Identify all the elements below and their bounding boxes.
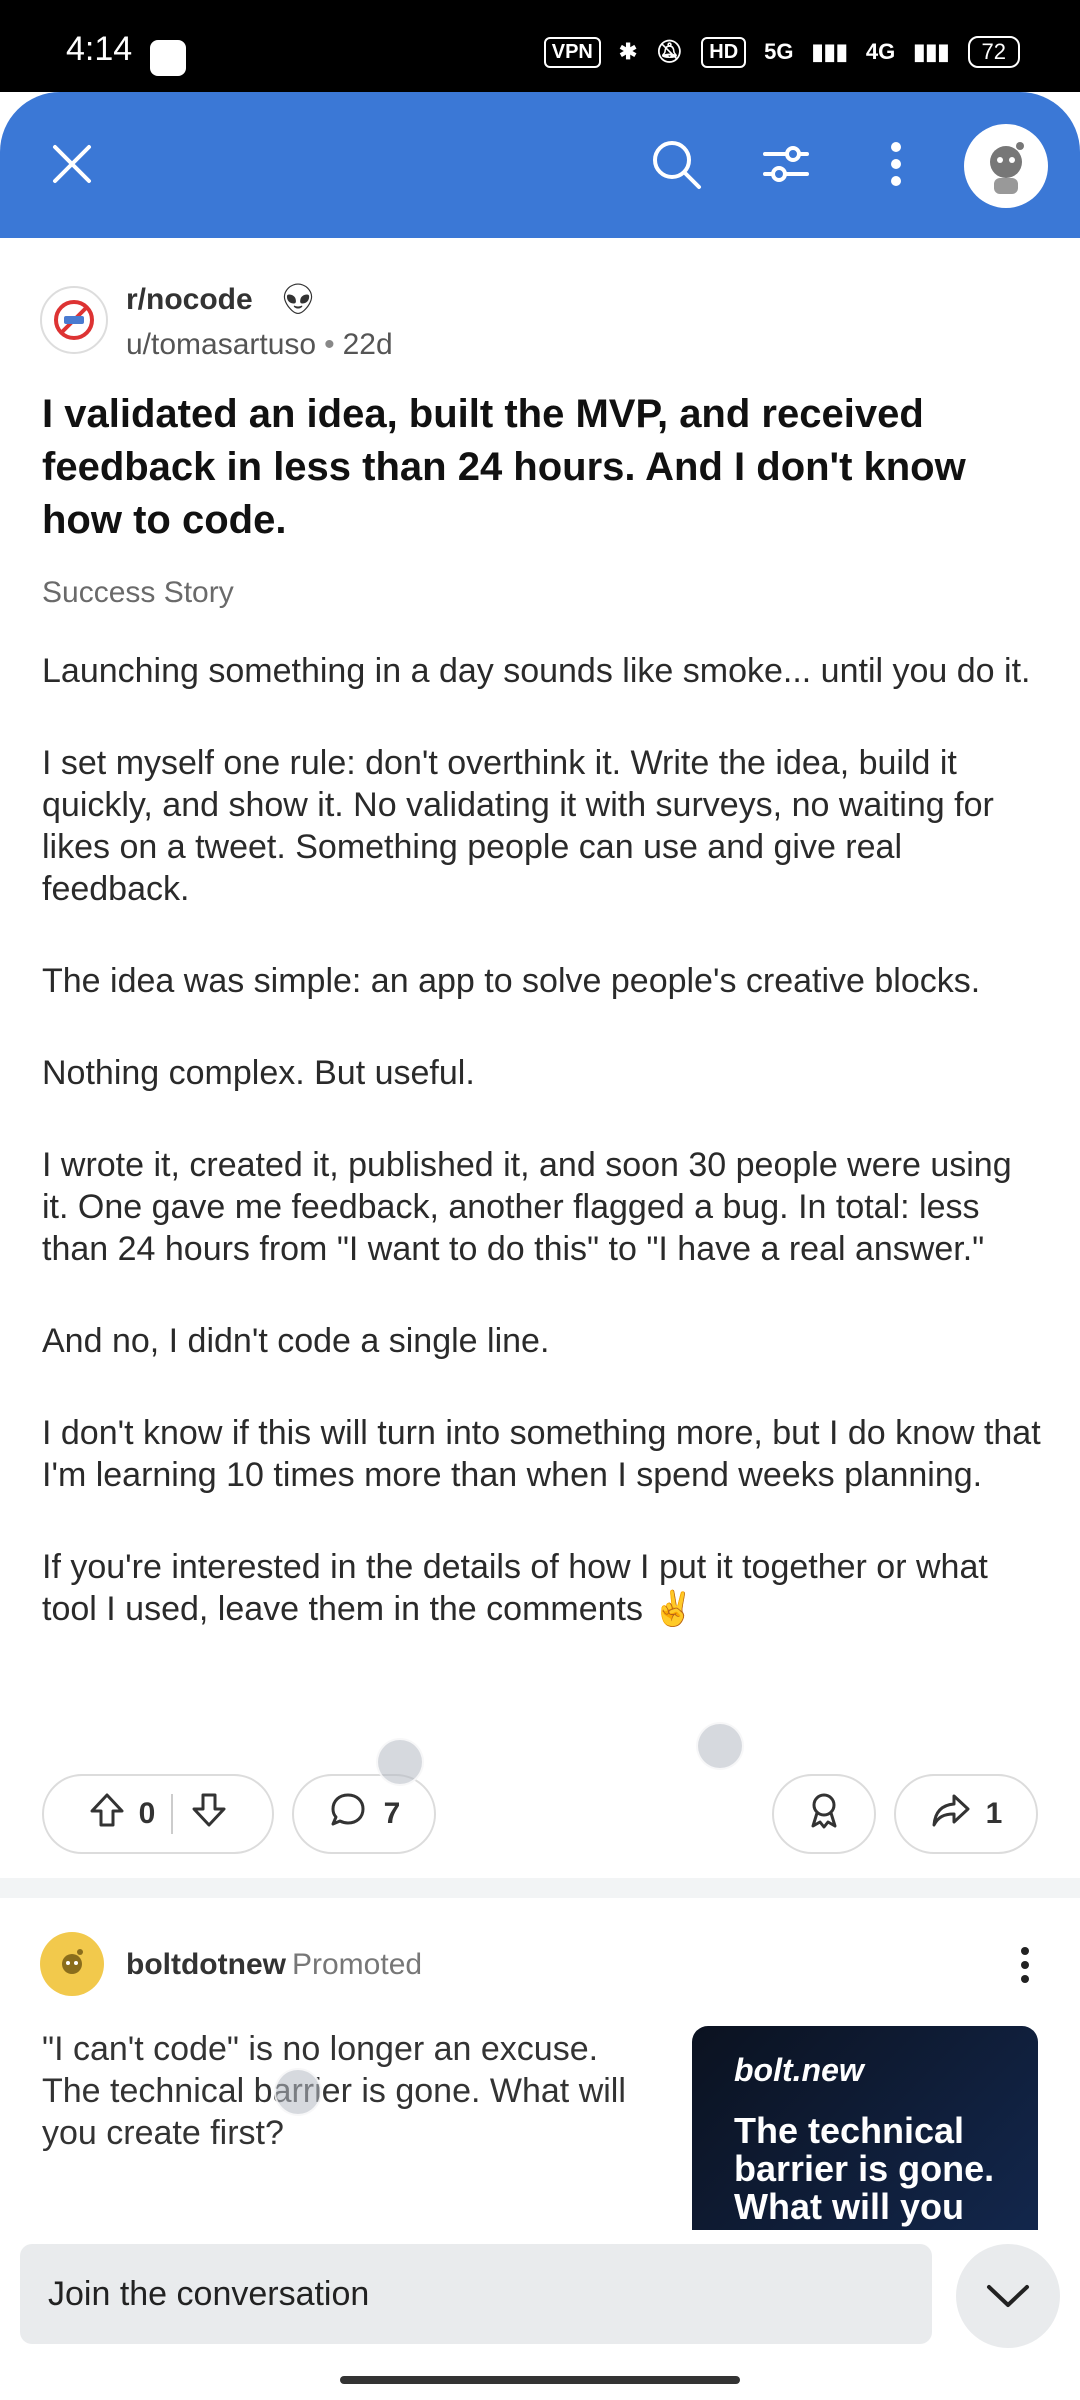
post-paragraph: The idea was simple: an app to solve peo… — [42, 962, 981, 1000]
promoted-label: Promoted — [292, 1948, 423, 1981]
join-conversation-input[interactable]: Join the conversation — [20, 2244, 932, 2344]
network-4g: 4G — [865, 39, 896, 64]
home-indicator[interactable] — [340, 2376, 740, 2384]
battery-indicator: 72 — [967, 36, 1020, 68]
share-count: 1 — [985, 1797, 1003, 1830]
post-actions: 0 7 1 — [42, 1774, 1038, 1858]
subreddit-label: r/nocode — [126, 283, 253, 316]
section-divider — [0, 1878, 1080, 1898]
upvote-icon[interactable] — [87, 1790, 127, 1838]
subreddit-mascot-icon: 👽︎ — [279, 283, 318, 316]
touch-indicator — [376, 1738, 424, 1786]
app-notification-icon — [150, 40, 186, 76]
status-icons: VPN ✱ 🔕︎ HD 5G ▮▮▮ 4G ▮▮▮ 72 — [543, 32, 1020, 72]
touch-indicator — [274, 2068, 322, 2116]
post-paragraph: If you're interested in the details of h… — [42, 1548, 988, 1628]
share-icon — [930, 1790, 972, 1838]
more-vertical-icon[interactable] — [864, 132, 928, 196]
filter-icon[interactable] — [754, 132, 818, 196]
meta-separator: • — [324, 328, 335, 361]
status-time: 4:14 — [66, 30, 133, 68]
comment-composer-bar: Join the conversation — [0, 2230, 1080, 2400]
promo-image-headline: The technical barrier is gone. What will… — [734, 2110, 995, 2227]
vpn-badge: VPN — [543, 36, 601, 68]
post-paragraph: Launching something in a day sounds like… — [42, 652, 1031, 690]
chevron-down-icon[interactable] — [956, 2244, 1060, 2348]
vote-pill: 0 — [42, 1774, 274, 1854]
post-title: I validated an idea, built the MVP, and … — [42, 392, 966, 542]
bluetooth-icon: ✱ — [618, 39, 638, 64]
mute-icon: 🔕︎ — [655, 39, 684, 64]
subreddit-icon[interactable] — [40, 286, 108, 354]
network-5g: 5G — [764, 39, 794, 64]
comment-icon — [328, 1790, 368, 1838]
top-toolbar — [0, 92, 1080, 238]
signal-icon-2: ▮▮▮ — [913, 39, 950, 64]
more-vertical-icon[interactable] — [1000, 1940, 1050, 1990]
post-age: 22d — [342, 328, 393, 361]
hd-badge: HD — [701, 36, 747, 68]
post-paragraph: Nothing complex. But useful. — [42, 1054, 475, 1092]
subreddit-name[interactable]: r/nocode 👽︎ — [126, 282, 317, 317]
post-paragraph: I don't know if this will turn into some… — [42, 1414, 1041, 1494]
promo-image[interactable]: bolt.new The technical barrier is gone. … — [692, 2026, 1038, 2230]
award-button[interactable] — [772, 1774, 876, 1854]
comments-button[interactable]: 7 — [292, 1774, 436, 1854]
advertiser-avatar[interactable] — [40, 1932, 104, 1996]
award-icon — [804, 1790, 844, 1838]
post-paragraph: And no, I didn't code a single line. — [42, 1322, 550, 1360]
user-avatar[interactable] — [964, 124, 1048, 208]
vote-count: 0 — [138, 1797, 156, 1830]
post-flair[interactable]: Success Story — [42, 576, 234, 610]
author-link[interactable]: u/tomasartuso — [126, 328, 316, 361]
signal-icon: ▮▮▮ — [811, 39, 848, 64]
share-button[interactable]: 1 — [894, 1774, 1038, 1854]
post-paragraph: I set myself one rule: don't overthink i… — [42, 744, 994, 908]
comment-count: 7 — [383, 1797, 401, 1830]
close-icon[interactable] — [40, 132, 104, 196]
post-body: Launching something in a day sounds like… — [42, 650, 1042, 1680]
status-bar: 4:14 VPN ✱ 🔕︎ HD 5G ▮▮▮ 4G ▮▮▮ 72 — [0, 0, 1080, 92]
promoted-post[interactable]: boltdotnew Promoted "I can't code" is no… — [0, 1898, 1080, 2230]
touch-indicator — [696, 1722, 744, 1770]
downvote-icon[interactable] — [189, 1790, 229, 1838]
promo-logo: bolt.new — [734, 2052, 864, 2088]
search-icon[interactable] — [644, 132, 708, 196]
vote-separator — [171, 1794, 174, 1834]
advertiser-name[interactable]: boltdotnew — [126, 1948, 286, 1982]
post-meta: u/tomasartuso • 22d — [126, 328, 393, 362]
post-paragraph: I wrote it, created it, published it, an… — [42, 1146, 1012, 1268]
promo-text: "I can't code" is no longer an excuse. T… — [42, 2030, 626, 2152]
